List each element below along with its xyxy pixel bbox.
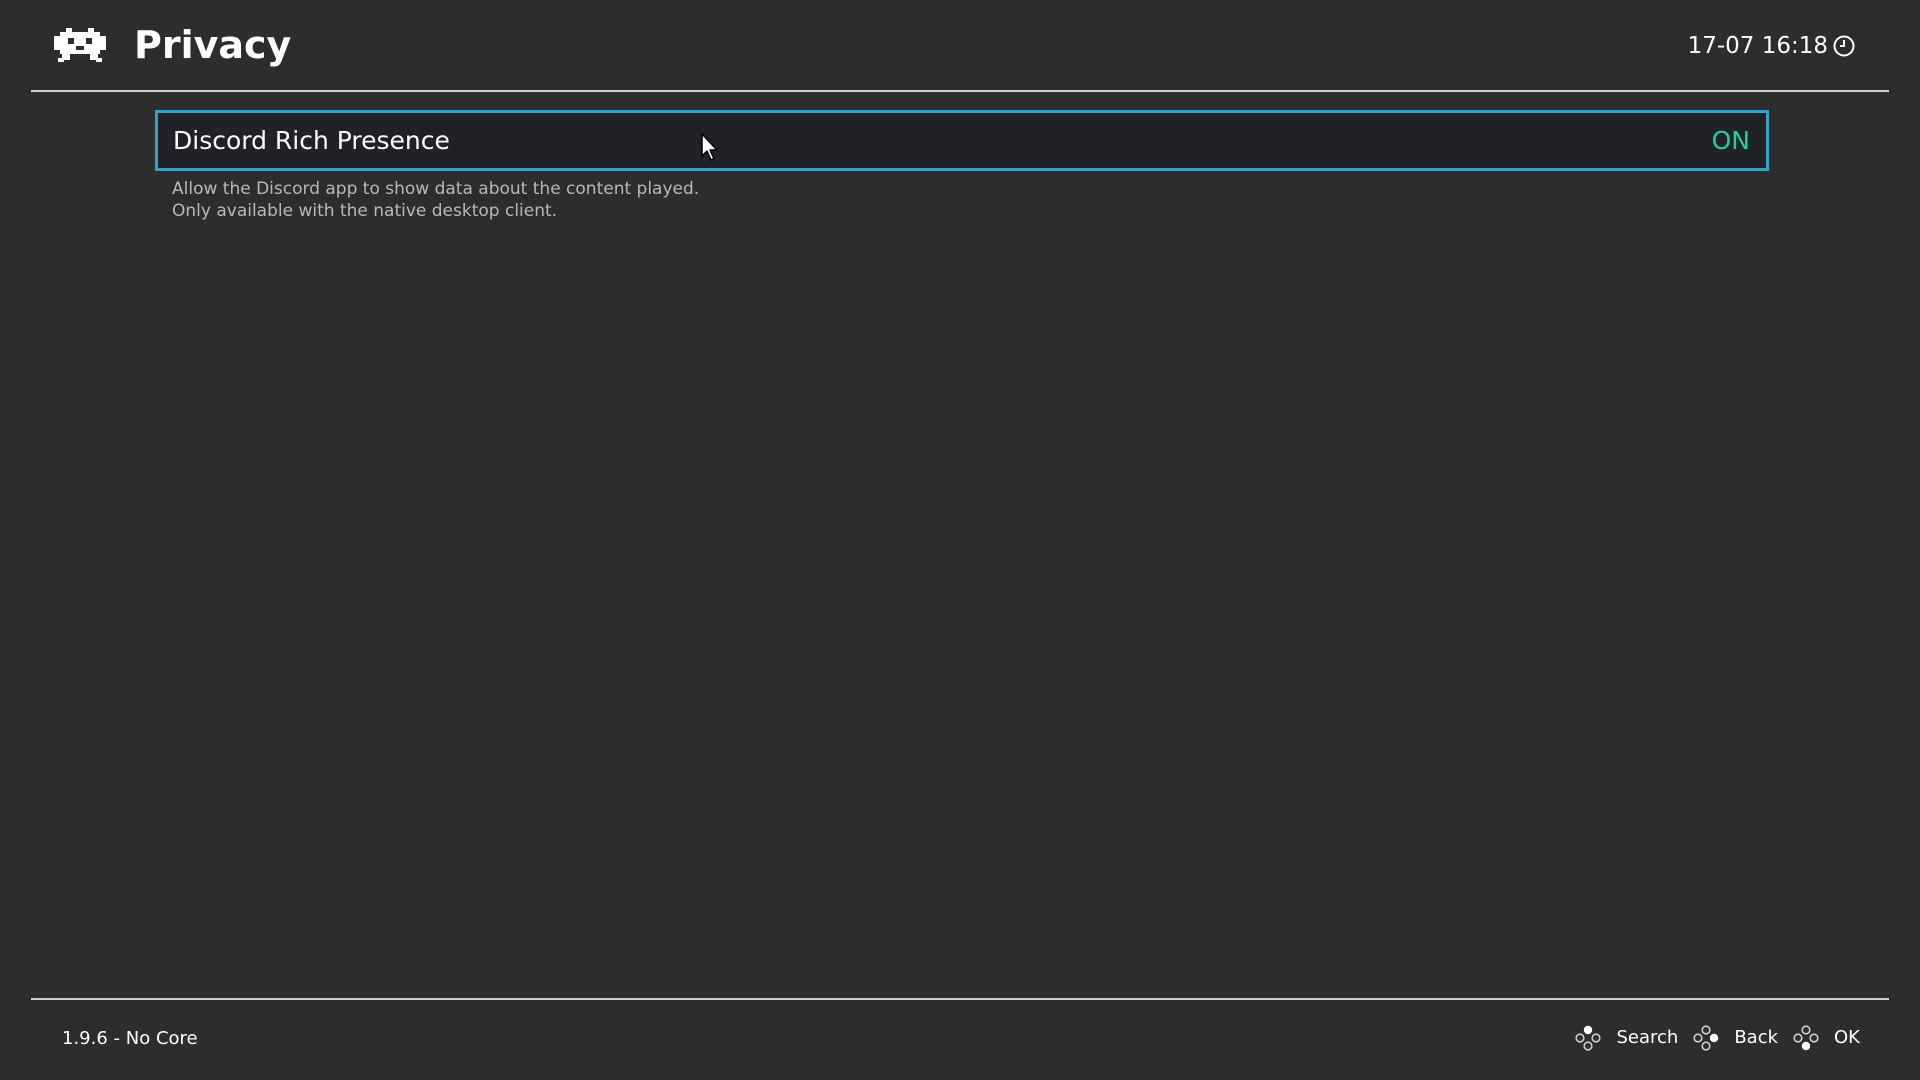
back-action-label: Back	[1734, 1027, 1779, 1048]
clock-text: 17-07 16:18	[1687, 33, 1828, 59]
page-title: Privacy	[134, 23, 292, 67]
setting-value-toggle[interactable]: ON	[1712, 113, 1750, 168]
search-action[interactable]: Search	[1574, 1024, 1678, 1052]
retroarch-invader-icon	[54, 28, 106, 62]
retroarch-screen: Privacy 17-07 16:18 Discord Rich Presenc…	[0, 0, 1920, 1080]
gamepad-button-bottom-icon	[1793, 1025, 1819, 1051]
header-divider	[31, 90, 1889, 92]
clock-icon	[1833, 35, 1855, 57]
ok-action-label: OK	[1834, 1027, 1860, 1048]
clock: 17-07 16:18	[1688, 30, 1856, 62]
gamepad-button-right-icon	[1693, 1025, 1719, 1051]
ok-action[interactable]: OK	[1792, 1024, 1860, 1052]
header: Privacy 17-07 16:18	[0, 0, 1920, 90]
mouse-cursor-icon	[701, 133, 718, 161]
back-action[interactable]: Back	[1692, 1024, 1778, 1052]
version-label: 1.9.6 - No Core	[62, 1028, 198, 1049]
footer-actions: Search Back OK	[1574, 1024, 1860, 1052]
search-action-label: Search	[1616, 1027, 1679, 1048]
setting-description-line: Only available with the native desktop c…	[172, 201, 558, 221]
setting-description-line: Allow the Discord app to show data about…	[172, 179, 700, 199]
footer-divider	[31, 998, 1889, 1000]
setting-description: Allow the Discord app to show data about…	[172, 178, 699, 222]
setting-discord-rich-presence[interactable]: Discord Rich Presence ON	[155, 110, 1769, 171]
gamepad-button-top-icon	[1575, 1025, 1602, 1051]
setting-label: Discord Rich Presence	[173, 126, 450, 155]
